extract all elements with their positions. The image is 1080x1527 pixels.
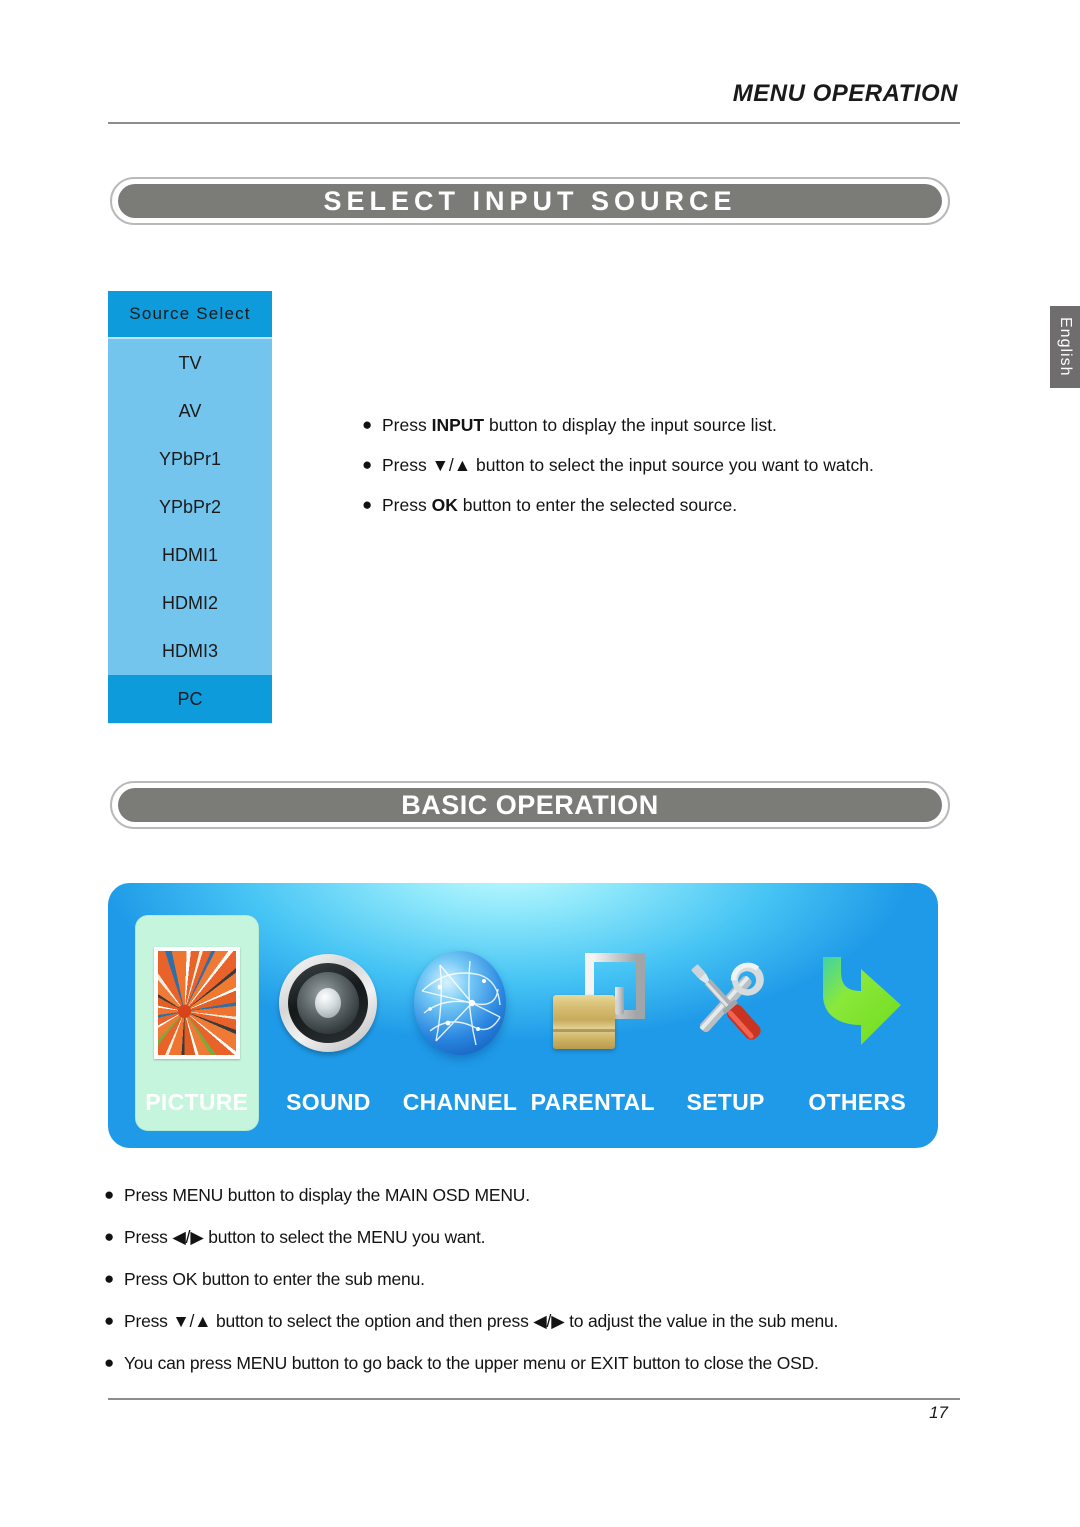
instruction-text: Press OK button to enter the selected so… <box>382 495 737 517</box>
source-item-label: HDMI2 <box>161 592 218 613</box>
padlock <box>547 951 645 1055</box>
globe-network-lines <box>421 960 501 1045</box>
instruction-text-pre: Press <box>382 415 432 435</box>
bullet-dot-icon: ● <box>362 454 373 474</box>
osd-menu-item-picture[interactable]: PICTURE <box>136 916 258 1130</box>
source-item-label: YPbPr2 <box>158 496 222 517</box>
osd-menu-label: SETUP <box>686 1089 765 1115</box>
padlock-body <box>552 994 615 1049</box>
instruction-item: ● Press OK button to enter the sub menu. <box>104 1269 838 1291</box>
instruction-text: Press MENU button to display the MAIN OS… <box>124 1185 530 1205</box>
bullet-dot-icon: ● <box>104 1185 115 1204</box>
source-item-label: PC <box>177 688 203 709</box>
select-input-source-instructions: ● Press INPUT button to display the inpu… <box>362 415 874 535</box>
banner-fill: SELECT INPUT SOURCE <box>118 184 942 218</box>
source-item-label: HDMI1 <box>161 544 218 565</box>
source-item-label: HDMI3 <box>161 640 218 661</box>
speaker-outer-ring <box>279 953 378 1052</box>
instruction-text: Press OK button to enter the sub menu. <box>124 1268 425 1289</box>
speaker-icon <box>268 916 390 1089</box>
instruction-item: ● Press MENU button to display the MAIN … <box>104 1185 838 1207</box>
picture-frame-icon <box>136 916 258 1089</box>
instruction-item: ● Press ▼/▲ button to select the option … <box>104 1311 838 1333</box>
instruction-item: ● You can press MENU button to go back t… <box>104 1353 838 1375</box>
osd-menu-label: SOUND <box>286 1089 371 1115</box>
bullet-dot-icon: ● <box>362 494 373 514</box>
source-item-ypbpr2[interactable]: YPbPr2 <box>108 483 272 531</box>
basic-operation-instructions: ● Press MENU button to display the MAIN … <box>104 1185 838 1394</box>
instruction-text-pre: Press <box>382 494 432 515</box>
instruction-item: ● Press ◀/▶ button to select the MENU yo… <box>104 1227 838 1249</box>
instruction-text-bold: OK <box>431 494 458 515</box>
speaker-cone <box>297 971 360 1034</box>
osd-menu-label: OTHERS <box>808 1089 906 1115</box>
instruction-item: ● Press ▼/▲ button to select the input s… <box>362 455 874 477</box>
source-item-tv[interactable]: TV <box>108 339 272 387</box>
source-select-osd: Source Select TV AV YPbPr1 YPbPr2 HDMI1 … <box>108 291 272 724</box>
main-osd-menu: PICTURE SOUND CHANNEL PARENTAL SETUP OTH… <box>108 883 938 1148</box>
instruction-text: Press ▼/▲ button to select the input sou… <box>382 455 874 477</box>
curved-arrow-shape <box>823 956 902 1045</box>
wrench-screwdriver-icon <box>665 916 787 1089</box>
tools-illustration <box>691 962 764 1040</box>
instruction-text-pre: Press ▼/▲ button to select the input sou… <box>382 454 874 475</box>
section-banner-basic-operation: BASIC OPERATION <box>110 781 950 829</box>
banner-label: BASIC OPERATION <box>401 789 659 820</box>
source-item-pc[interactable]: PC <box>108 675 272 723</box>
speaker-dome <box>315 987 342 1018</box>
banner-fill: BASIC OPERATION <box>118 788 942 822</box>
bullet-dot-icon: ● <box>104 1310 115 1330</box>
page-footer: 17 <box>108 1398 960 1423</box>
globe-sphere <box>413 950 506 1055</box>
instruction-text: You can press MENU button to go back to … <box>124 1352 819 1373</box>
header-divider <box>108 122 960 124</box>
green-arrow-icon <box>796 916 918 1089</box>
speaker-inner-ring <box>288 962 369 1043</box>
instruction-text: Press ▼/▲ button to select the option an… <box>124 1310 839 1331</box>
source-item-label: YPbPr1 <box>158 448 222 469</box>
source-item-hdmi2[interactable]: HDMI2 <box>108 579 272 627</box>
osd-menu-item-others[interactable]: OTHERS <box>796 916 918 1130</box>
osd-menu-item-channel[interactable]: CHANNEL <box>399 916 521 1130</box>
instruction-item: ● Press INPUT button to display the inpu… <box>362 415 874 437</box>
osd-menu-item-setup[interactable]: SETUP <box>665 916 787 1130</box>
bullet-dot-icon: ● <box>104 1226 115 1246</box>
source-item-av[interactable]: AV <box>108 387 272 435</box>
source-item-hdmi1[interactable]: HDMI1 <box>108 531 272 579</box>
source-select-title: Source Select <box>129 304 251 323</box>
osd-menu-item-sound[interactable]: SOUND <box>268 916 390 1130</box>
section-banner-select-input-source: SELECT INPUT SOURCE <box>110 177 950 225</box>
osd-menu-item-parental[interactable]: PARENTAL <box>531 916 655 1130</box>
instruction-text-post: button to display the input source list. <box>484 415 777 435</box>
bullet-dot-icon: ● <box>362 415 373 434</box>
photo-frame <box>153 946 240 1059</box>
page-title: MENU OPERATION <box>732 80 958 107</box>
instruction-text-post: button to enter the selected source. <box>457 494 738 515</box>
osd-menu-label: PICTURE <box>145 1089 249 1115</box>
source-select-header: Source Select <box>108 291 272 339</box>
language-tab-label: English <box>1057 317 1074 377</box>
language-tab-english: English <box>1050 306 1080 388</box>
osd-menu-label: CHANNEL <box>402 1089 518 1115</box>
page-header: MENU OPERATION <box>108 80 960 124</box>
bullet-dot-icon: ● <box>104 1268 115 1288</box>
flower-photo <box>157 950 236 1055</box>
open-padlock-icon <box>531 916 655 1089</box>
network-globe-icon <box>399 916 521 1089</box>
padlock-shackle-leg <box>614 986 624 1015</box>
source-item-hdmi3[interactable]: HDMI3 <box>108 627 272 675</box>
source-item-label: AV <box>178 400 202 421</box>
bullet-dot-icon: ● <box>104 1352 115 1372</box>
banner-label: SELECT INPUT SOURCE <box>323 185 737 216</box>
instruction-text-bold: INPUT <box>431 415 485 435</box>
osd-menu-label: PARENTAL <box>530 1089 655 1115</box>
instruction-item: ● Press OK button to enter the selected … <box>362 495 874 517</box>
instruction-text: Press ◀/▶ button to select the MENU you … <box>124 1226 486 1247</box>
instruction-text: Press INPUT button to display the input … <box>382 415 777 437</box>
source-item-label: TV <box>178 352 202 373</box>
page-number: 17 <box>929 1403 948 1422</box>
osd-menu-items: PICTURE SOUND CHANNEL PARENTAL SETUP OTH… <box>136 901 928 1130</box>
source-item-ypbpr1[interactable]: YPbPr1 <box>108 435 272 483</box>
